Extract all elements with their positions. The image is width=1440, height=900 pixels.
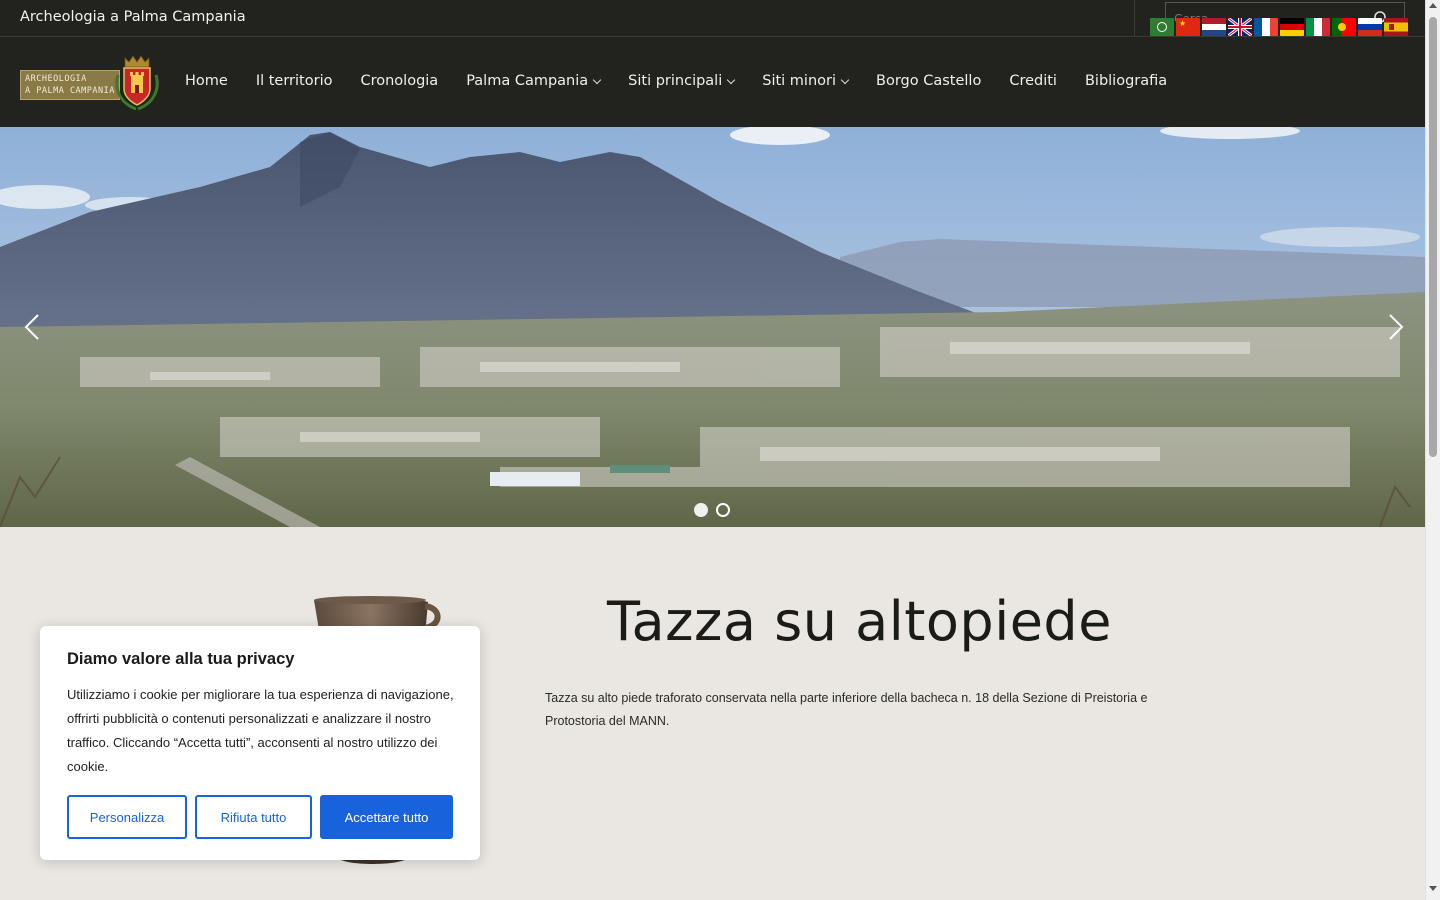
- nav-cronologia[interactable]: Cronologia: [360, 73, 438, 89]
- nav-label: Siti minori: [762, 73, 837, 89]
- page-scrollbar[interactable]: [1425, 0, 1440, 900]
- nav-label: Borgo Castello: [876, 73, 982, 89]
- russian-flag-icon[interactable]: [1358, 18, 1382, 36]
- item-description: Tazza su alto piede traforato conservata…: [545, 691, 1148, 728]
- german-flag-icon[interactable]: [1280, 18, 1304, 36]
- italian-flag-icon[interactable]: [1306, 18, 1330, 36]
- chevron-down-icon: [727, 75, 736, 85]
- nav-label: Siti principali: [628, 73, 723, 89]
- cookie-text: Utilizziamo i cookie per migliorare la t…: [67, 687, 454, 774]
- arabic-flag-icon[interactable]: [1150, 18, 1174, 36]
- page-heading: Tazza su altopiede: [607, 590, 1112, 653]
- english-flag-icon[interactable]: [1228, 18, 1252, 36]
- slider-dot-1[interactable]: [694, 503, 708, 517]
- nav-label: Il territorio: [255, 73, 333, 89]
- logo-text: ARCHEOLOGIA A PALMA CAMPANIA: [25, 73, 115, 97]
- slider-dot-2[interactable]: [716, 503, 730, 517]
- logo-line-1: ARCHEOLOGIA: [25, 74, 87, 84]
- nav-label: Home: [185, 73, 228, 89]
- hero-slider: [0, 127, 1425, 527]
- nav-home[interactable]: Home: [185, 73, 228, 89]
- customize-button[interactable]: Personalizza: [67, 795, 187, 839]
- accept-all-button[interactable]: Accettare tutto: [320, 795, 453, 839]
- scroll-thumb[interactable]: [1429, 17, 1437, 457]
- slider-dots: [694, 503, 730, 517]
- scroll-down-arrow-icon[interactable]: [1429, 886, 1437, 891]
- coat-of-arms-icon: [115, 55, 159, 111]
- cookie-consent-dialog: Diamo valore alla tua privacy Utilizziam…: [40, 626, 480, 860]
- nav-il-territorio[interactable]: Il territorio: [256, 73, 333, 89]
- logo-plate: ARCHEOLOGIA A PALMA CAMPANIA: [20, 70, 120, 100]
- dutch-flag-icon[interactable]: [1202, 18, 1226, 36]
- main-nav: Home Il territorio Cronologia Palma Camp…: [185, 73, 1195, 89]
- main-navbar: ARCHEOLOGIA A PALMA CAMPANIA Home Il ter…: [0, 37, 1425, 127]
- nav-bibliografia[interactable]: Bibliografia: [1085, 73, 1167, 89]
- nav-borgo-castello[interactable]: Borgo Castello: [876, 73, 981, 89]
- chinese-flag-icon[interactable]: ★: [1176, 18, 1200, 36]
- spanish-flag-icon[interactable]: [1384, 18, 1408, 36]
- nav-label: Bibliografia: [1084, 73, 1168, 89]
- nav-label: Crediti: [1009, 73, 1057, 89]
- vesuvius-landscape-image: [0, 127, 1425, 527]
- top-bar: Archeologia a Palma Campania ★: [0, 0, 1425, 37]
- reject-all-button[interactable]: Rifiuta tutto: [195, 795, 312, 839]
- portuguese-flag-icon[interactable]: [1332, 18, 1356, 36]
- slider-next-arrow-icon[interactable]: [1380, 312, 1410, 342]
- language-flags: ★: [1150, 18, 1408, 36]
- chevron-down-icon: [840, 75, 850, 85]
- nav-crediti[interactable]: Crediti: [1009, 73, 1057, 89]
- slider-prev-arrow-icon[interactable]: [18, 312, 48, 342]
- nav-siti-minori[interactable]: Siti minori: [762, 73, 850, 89]
- cookie-title: Diamo valore alla tua privacy: [67, 650, 295, 668]
- nav-label: Cronologia: [360, 73, 439, 89]
- site-title[interactable]: Archeologia a Palma Campania: [20, 9, 246, 25]
- nav-label: Palma Campania: [466, 73, 589, 89]
- nav-palma-campania[interactable]: Palma Campania: [466, 73, 602, 89]
- french-flag-icon[interactable]: [1254, 18, 1278, 36]
- chevron-down-icon: [592, 75, 602, 85]
- nav-siti-principali[interactable]: Siti principali: [628, 73, 736, 89]
- scroll-up-arrow-icon[interactable]: [1429, 3, 1437, 8]
- site-logo[interactable]: ARCHEOLOGIA A PALMA CAMPANIA: [20, 53, 162, 111]
- logo-line-2: A PALMA CAMPANIA: [25, 86, 115, 96]
